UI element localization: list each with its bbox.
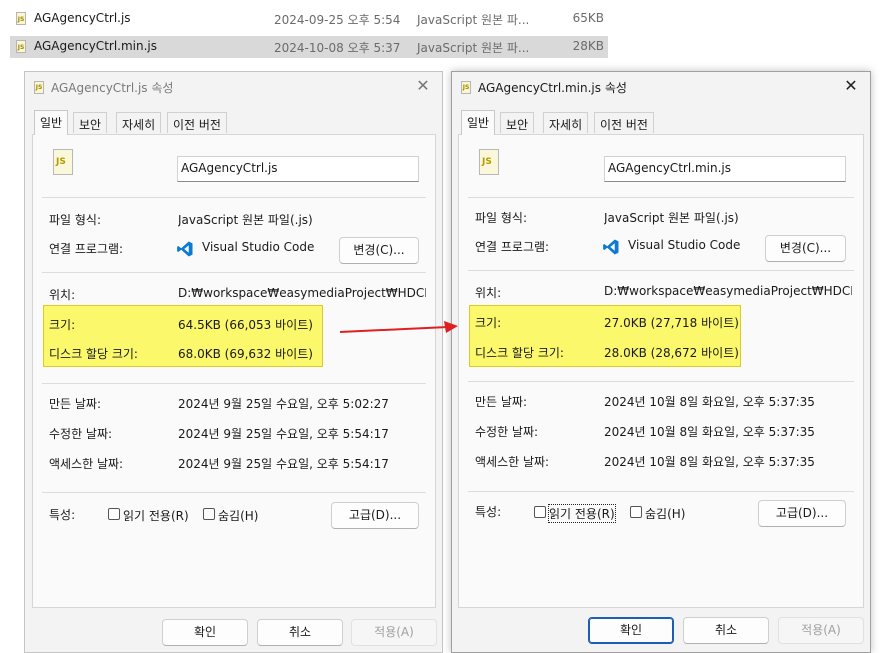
- tab-details[interactable]: 자세히: [116, 112, 162, 133]
- modified-value: 2024년 10월 8일 화요일, 오후 5:37:35: [604, 425, 815, 439]
- divider: [42, 492, 426, 493]
- hidden-label[interactable]: 숨김(H): [218, 507, 258, 524]
- file-type-value: JavaScript 원본 파일(.js): [604, 211, 739, 225]
- location-value: D:₩workspace₩easymediaProject₩HDCE₩clien…: [604, 284, 852, 298]
- ok-button[interactable]: 확인: [162, 619, 248, 646]
- apply-button[interactable]: 적용(A): [351, 619, 437, 646]
- readonly-checkbox[interactable]: [534, 506, 546, 518]
- filename-input[interactable]: AGAgencyCtrl.min.js: [604, 156, 846, 182]
- open-with-value: Visual Studio Code: [628, 238, 741, 252]
- location-value: D:₩workspace₩easymediaProject₩HDCE₩clien…: [178, 286, 426, 300]
- apply-button[interactable]: 적용(A): [778, 617, 864, 644]
- general-panel: JS AGAgencyCtrl.min.js 파일 형식: JavaScript…: [458, 134, 864, 608]
- size-label: 크기:: [49, 318, 76, 332]
- attributes-label: 특성:: [475, 505, 502, 519]
- open-with-label: 연결 프로그램:: [475, 240, 550, 254]
- tab-security[interactable]: 보안: [500, 112, 535, 133]
- modified-label: 수정한 날짜:: [49, 427, 113, 441]
- created-label: 만든 날짜:: [49, 397, 102, 411]
- change-button[interactable]: 변경(C)...: [765, 235, 846, 262]
- disk-size-value: 68.0KB (69,632 바이트): [178, 347, 313, 361]
- divider: [42, 272, 426, 273]
- tab-general[interactable]: 일반: [461, 110, 496, 135]
- advanced-button[interactable]: 고급(D)...: [758, 500, 846, 527]
- size-value: 64.5KB (66,053 바이트): [178, 318, 313, 332]
- file-row-min-js[interactable]: JS AGAgencyCtrl.min.js 2024-10-08 오후 5:3…: [10, 36, 608, 58]
- divider: [468, 491, 854, 492]
- close-icon[interactable]: ✕: [840, 76, 862, 98]
- tab-details[interactable]: 자세히: [543, 112, 589, 133]
- file-type: JavaScript 원본 파...: [417, 13, 530, 27]
- properties-dialog-min-js: JS AGAgencyCtrl.min.js 속성 ✕ 일반 보안 자세히 이전…: [451, 71, 871, 653]
- title-bar[interactable]: JS AGAgencyCtrl.js 속성 ✕: [25, 72, 442, 102]
- js-file-large-icon: JS: [53, 149, 73, 175]
- created-label: 만든 날짜:: [475, 395, 528, 409]
- file-type-value: JavaScript 원본 파일(.js): [178, 213, 313, 227]
- vscode-icon: [177, 241, 193, 257]
- ok-button[interactable]: 확인: [588, 617, 674, 644]
- file-type-label: 파일 형식:: [475, 211, 528, 225]
- hidden-checkbox[interactable]: [630, 506, 642, 518]
- file-date: 2024-09-25 오후 5:54: [274, 13, 401, 27]
- accessed-value: 2024년 9월 25일 수요일, 오후 5:54:17: [178, 457, 389, 471]
- tab-general[interactable]: 일반: [34, 110, 69, 135]
- hidden-label[interactable]: 숨김(H): [645, 505, 685, 522]
- js-file-icon: JS: [34, 81, 44, 94]
- file-type-label: 파일 형식:: [49, 213, 102, 227]
- file-name: AGAgencyCtrl.js: [34, 11, 131, 25]
- js-file-icon: JS: [16, 12, 26, 25]
- file-size: 65KB: [572, 11, 604, 25]
- divider: [468, 270, 854, 271]
- tab-security[interactable]: 보안: [73, 112, 108, 133]
- location-label: 위치:: [49, 288, 76, 302]
- file-row-js[interactable]: JS AGAgencyCtrl.js 2024-09-25 오후 5:54 Ja…: [10, 8, 608, 30]
- divider: [468, 381, 854, 382]
- disk-size-value: 28.0KB (28,672 바이트): [604, 346, 739, 360]
- size-value: 27.0KB (27,718 바이트): [604, 316, 739, 330]
- dialog-title: AGAgencyCtrl.min.js 속성: [478, 81, 627, 95]
- js-file-icon: JS: [461, 81, 471, 94]
- tab-previous-versions[interactable]: 이전 버전: [594, 112, 654, 133]
- change-button[interactable]: 변경(C)...: [339, 237, 419, 264]
- divider: [42, 197, 426, 198]
- disk-size-label: 디스크 할당 크기:: [475, 346, 564, 360]
- file-date: 2024-10-08 오후 5:37: [274, 41, 401, 55]
- open-with-value: Visual Studio Code: [202, 240, 315, 254]
- js-file-icon: JS: [16, 40, 26, 53]
- readonly-label[interactable]: 읽기 전용(R): [123, 507, 189, 524]
- attributes-label: 특성:: [49, 508, 76, 522]
- js-file-large-icon: JS: [479, 149, 499, 175]
- filename-input[interactable]: AGAgencyCtrl.js: [177, 156, 419, 182]
- created-value: 2024년 10월 8일 화요일, 오후 5:37:35: [604, 395, 815, 409]
- advanced-button[interactable]: 고급(D)...: [331, 502, 419, 529]
- vscode-icon: [603, 239, 619, 255]
- cancel-button[interactable]: 취소: [257, 619, 343, 646]
- accessed-value: 2024년 10월 8일 화요일, 오후 5:37:35: [604, 455, 815, 469]
- size-label: 크기:: [475, 316, 502, 330]
- properties-dialog-js: JS AGAgencyCtrl.js 속성 ✕ 일반 보안 자세히 이전 버전 …: [24, 71, 443, 653]
- dialog-title: AGAgencyCtrl.js 속성: [51, 81, 174, 95]
- open-with-label: 연결 프로그램:: [49, 242, 124, 256]
- file-name: AGAgencyCtrl.min.js: [34, 39, 158, 53]
- general-panel: JS AGAgencyCtrl.js 파일 형식: JavaScript 원본 …: [32, 134, 436, 608]
- file-type: JavaScript 원본 파...: [417, 41, 530, 55]
- disk-size-label: 디스크 할당 크기:: [49, 347, 138, 361]
- close-icon[interactable]: ✕: [412, 76, 434, 98]
- comparison-arrow: [339, 321, 458, 333]
- file-size: 28KB: [572, 39, 604, 53]
- created-value: 2024년 9월 25일 수요일, 오후 5:02:27: [178, 397, 389, 411]
- hidden-checkbox[interactable]: [203, 508, 215, 520]
- modified-label: 수정한 날짜:: [475, 425, 539, 439]
- modified-value: 2024년 9월 25일 수요일, 오후 5:54:17: [178, 427, 389, 441]
- accessed-label: 액세스한 날짜:: [475, 455, 550, 469]
- location-label: 위치:: [475, 286, 502, 300]
- readonly-label[interactable]: 읽기 전용(R): [548, 504, 616, 523]
- cancel-button[interactable]: 취소: [683, 617, 769, 644]
- divider: [42, 383, 426, 384]
- divider: [468, 197, 854, 198]
- accessed-label: 액세스한 날짜:: [49, 457, 124, 471]
- readonly-checkbox[interactable]: [108, 508, 120, 520]
- title-bar[interactable]: JS AGAgencyCtrl.min.js 속성 ✕: [452, 72, 870, 102]
- tab-previous-versions[interactable]: 이전 버전: [167, 112, 227, 133]
